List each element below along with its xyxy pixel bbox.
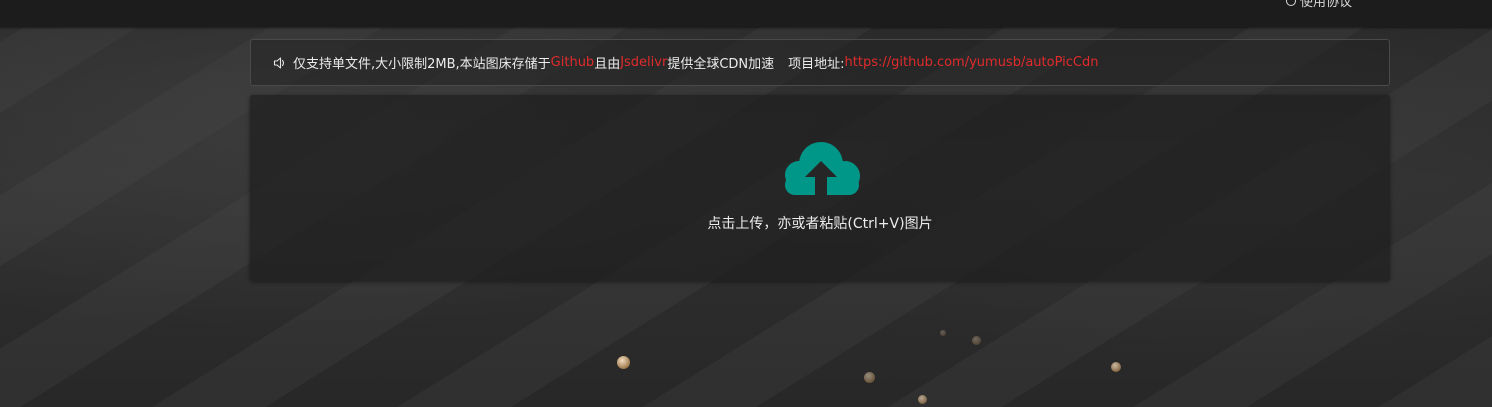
notice-text-limit: 仅支持单文件,大小限制2MB,本站图床存储于 (293, 57, 551, 72)
background-droplet (918, 395, 927, 404)
cloud-upload-icon (785, 142, 860, 195)
background-droplet (864, 372, 875, 383)
background-droplet (940, 330, 946, 336)
top-navbar: 使用协议 (0, 0, 1492, 27)
project-address-label: 项目地址: (788, 57, 845, 72)
jsdelivr-link[interactable]: Jsdelivr (620, 55, 667, 70)
agreement-label: 使用协议 (1299, 0, 1352, 10)
project-url-link[interactable]: https://github.com/yumusb/autoPicCdn (845, 55, 1099, 70)
background-droplet (617, 356, 630, 369)
upload-dropzone[interactable]: 点击上传，亦或者粘贴(Ctrl+V)图片 (250, 95, 1390, 281)
background-droplet (1111, 362, 1121, 372)
speaker-icon (273, 56, 287, 70)
notice-bar: 仅支持单文件,大小限制2MB,本站图床存储于 Github 且由 Jsdeliv… (250, 39, 1390, 86)
background-droplet (972, 336, 981, 345)
notice-text-cdn: 提供全球CDN加速 (667, 57, 775, 72)
agreement-link[interactable]: 使用协议 (1285, 0, 1352, 10)
github-link[interactable]: Github (551, 55, 595, 70)
upload-hint: 点击上传，亦或者粘贴(Ctrl+V)图片 (707, 216, 933, 232)
notice-text-by: 且由 (594, 57, 621, 72)
info-circle-icon (1285, 0, 1296, 6)
